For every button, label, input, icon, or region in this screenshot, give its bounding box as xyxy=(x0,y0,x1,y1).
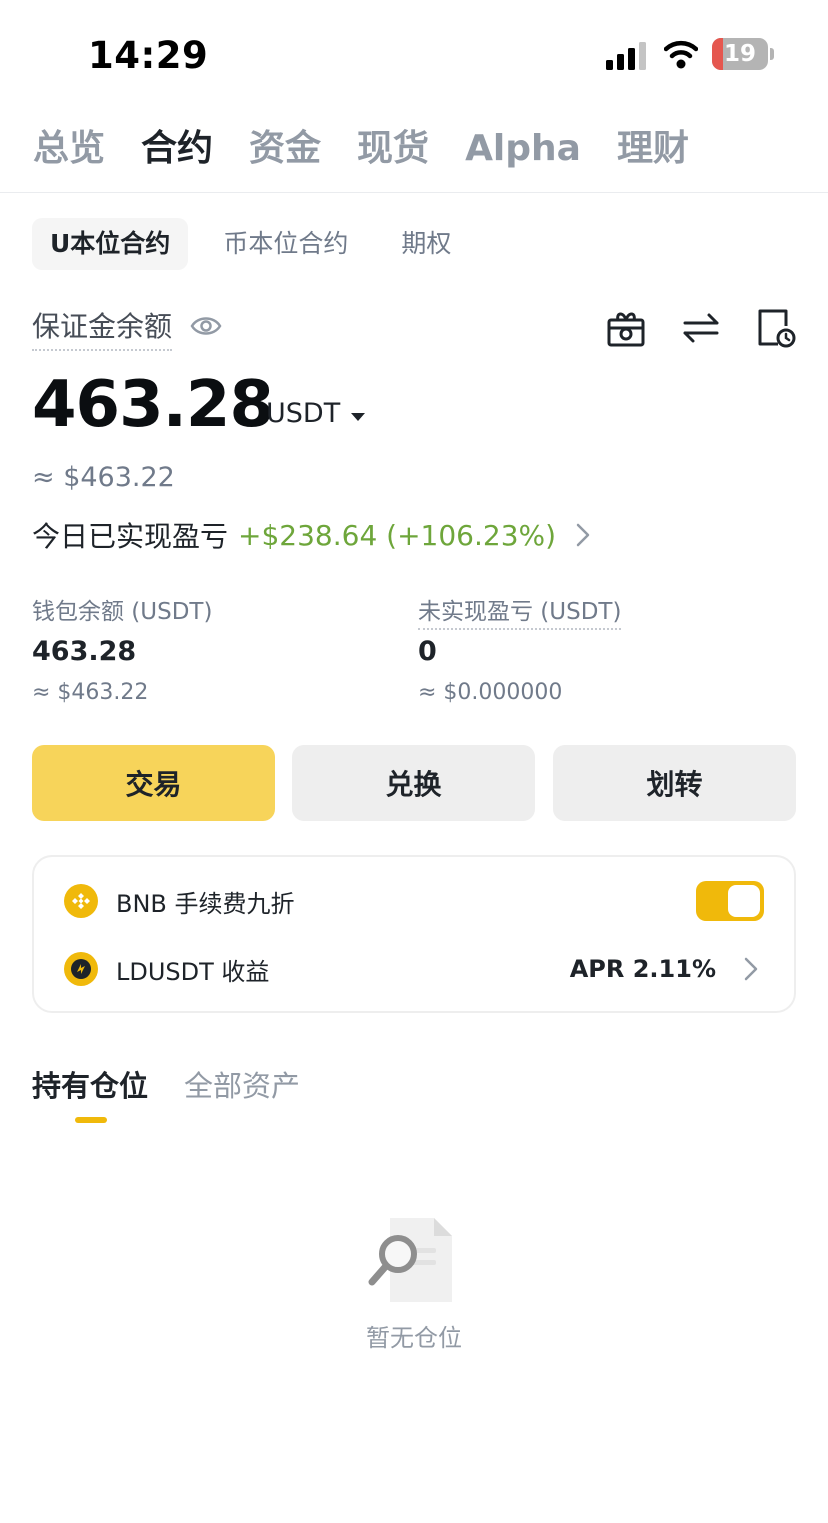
status-time: 14:29 xyxy=(88,34,209,77)
eye-icon[interactable] xyxy=(190,313,222,339)
today-pnl-label: 今日已实现盈亏 xyxy=(32,520,229,553)
tab-futures[interactable]: 合约 xyxy=(141,122,213,176)
currency-selector[interactable]: USDT xyxy=(266,398,340,429)
caret-down-icon[interactable] xyxy=(350,412,366,422)
chevron-right-icon xyxy=(576,523,590,547)
convert-button[interactable]: 兑换 xyxy=(292,745,535,821)
margin-balance-label[interactable]: 保证金余额 xyxy=(32,305,173,351)
wallet-balance-approx: ≈ $463.22 xyxy=(32,680,149,705)
subtab-options[interactable]: 期权 xyxy=(383,218,469,270)
chevron-right-icon xyxy=(744,957,758,981)
today-pnl-row[interactable]: 今日已实现盈亏 +$238.64 (+106.23%) xyxy=(32,514,590,556)
top-tabs: 总览 合约 资金 现货 Alpha 理财 xyxy=(33,122,689,176)
bnb-discount-toggle[interactable] xyxy=(696,881,764,921)
margin-balance-approx: ≈ $463.22 xyxy=(32,462,175,493)
empty-positions-text: 暂无仓位 xyxy=(366,1324,462,1352)
cellular-signal-icon xyxy=(606,42,646,70)
tab-open-positions[interactable]: 持有仓位 xyxy=(32,1063,148,1105)
active-tab-indicator xyxy=(75,1117,107,1123)
sub-tabs: U本位合约 币本位合约 期权 xyxy=(32,218,486,270)
wifi-icon xyxy=(664,40,698,69)
ldusdt-coin-icon xyxy=(64,952,98,986)
subtab-usdm-futures[interactable]: U本位合约 xyxy=(32,218,189,270)
ldusdt-earn-row[interactable]: LDUSDT 收益 APR 2.11% xyxy=(64,947,764,991)
apr-value: APR 2.11% xyxy=(569,955,716,983)
unrealized-pnl-value: 0 xyxy=(418,636,437,667)
margin-balance-value: 463.28 xyxy=(32,368,274,442)
wallet-balance-label: 钱包余额 (USDT) xyxy=(32,599,213,625)
swap-arrows-icon[interactable] xyxy=(679,306,723,350)
top-divider xyxy=(0,192,828,193)
fee-earn-card: BNB 手续费九折 LDUSDT 收益 APR 2.11% xyxy=(32,855,796,1013)
battery-indicator: 19 xyxy=(712,38,774,70)
unrealized-pnl-label[interactable]: 未实现盈亏 (USDT) xyxy=(418,592,622,630)
gift-icon[interactable] xyxy=(604,306,648,350)
today-pnl-value: +$238.64 (+106.23%) xyxy=(238,518,557,552)
battery-level-text: 19 xyxy=(723,41,756,67)
tab-funding[interactable]: 资金 xyxy=(249,122,321,176)
trade-button[interactable]: 交易 xyxy=(32,745,275,821)
tab-overview[interactable]: 总览 xyxy=(33,122,105,176)
bnb-discount-label: BNB 手续费九折 xyxy=(116,889,295,918)
tab-all-assets[interactable]: 全部资产 xyxy=(184,1063,300,1105)
tab-spot[interactable]: 现货 xyxy=(357,122,429,176)
tab-earn[interactable]: 理财 xyxy=(617,122,689,176)
transfer-button[interactable]: 划转 xyxy=(553,745,796,821)
ldusdt-earn-label: LDUSDT 收益 xyxy=(116,957,270,986)
unrealized-pnl-approx: ≈ $0.000000 xyxy=(418,680,563,705)
subtab-coinm-futures[interactable]: 币本位合约 xyxy=(205,218,366,270)
empty-search-document-icon xyxy=(368,1218,452,1302)
wallet-balance-value: 463.28 xyxy=(32,636,137,667)
bnb-coin-icon xyxy=(64,884,98,918)
tab-alpha[interactable]: Alpha xyxy=(465,122,581,176)
history-record-icon[interactable] xyxy=(754,306,798,350)
bnb-discount-row: BNB 手续费九折 xyxy=(64,879,764,923)
